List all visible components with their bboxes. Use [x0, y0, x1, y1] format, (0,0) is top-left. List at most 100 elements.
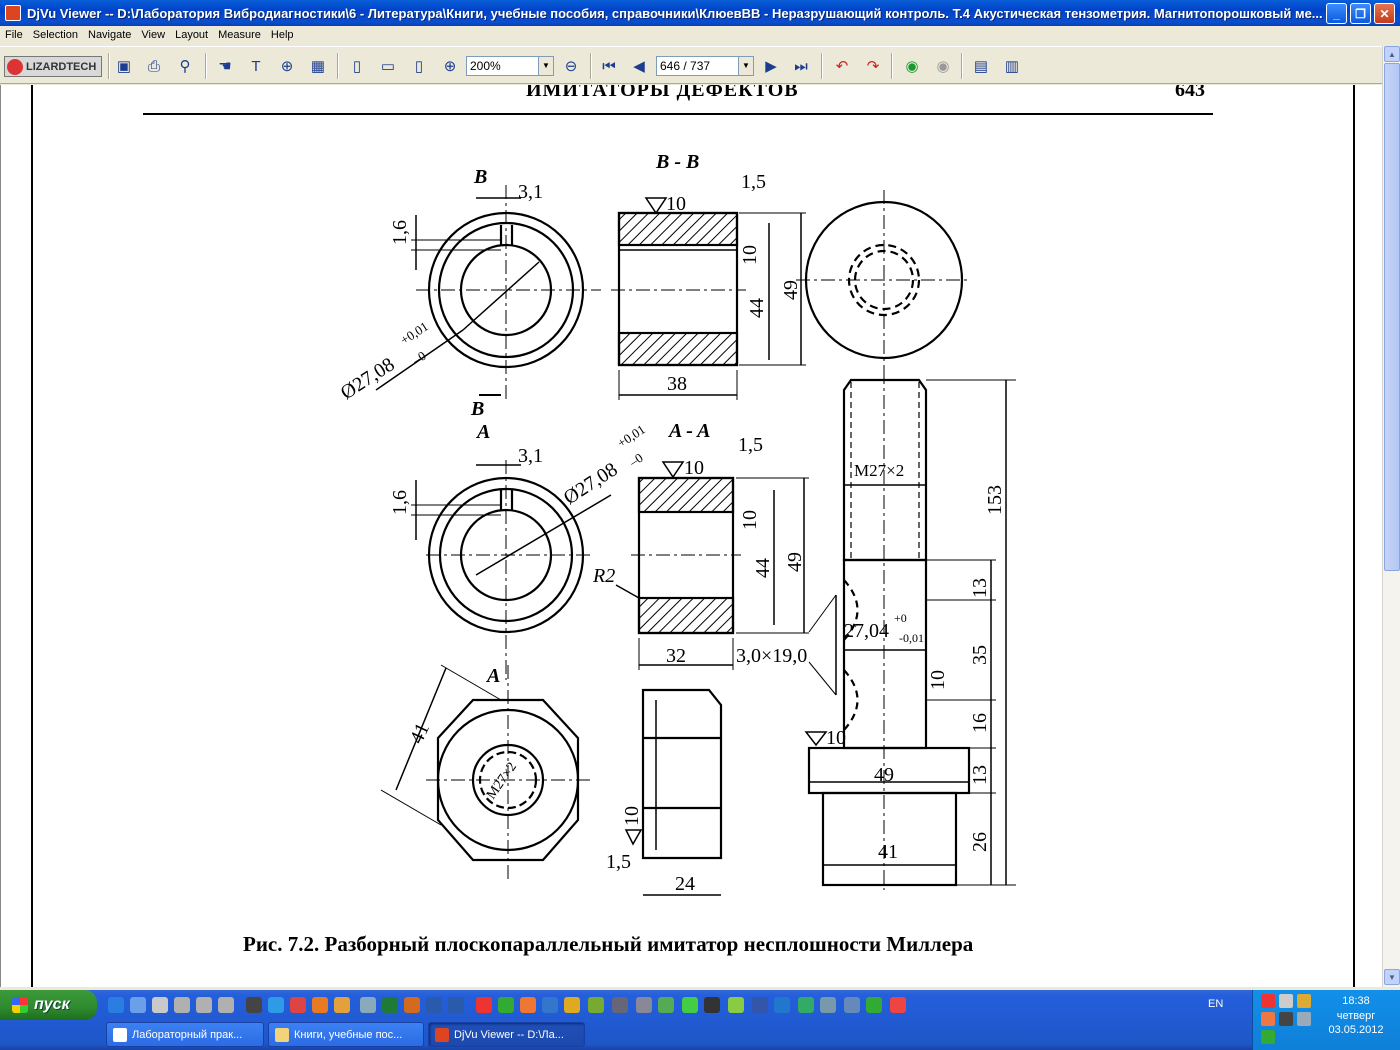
minimize-button[interactable]: _	[1326, 3, 1347, 24]
language-indicator[interactable]: EN	[1208, 998, 1223, 1010]
outline-icon[interactable]: ▥	[1001, 55, 1023, 77]
prev-page-icon[interactable]: ◀	[628, 55, 650, 77]
quicklaunch-icon[interactable]	[682, 997, 698, 1013]
quicklaunch-icon[interactable]	[564, 997, 580, 1013]
opera-icon[interactable]	[290, 997, 306, 1013]
clock[interactable]: 18:38 четверг 03.05.2012	[1312, 994, 1400, 1038]
firefox-icon[interactable]	[312, 997, 328, 1013]
ie-icon[interactable]	[108, 997, 124, 1013]
quicklaunch-icon[interactable]	[218, 997, 234, 1013]
first-page-icon[interactable]: ⏮	[598, 55, 620, 77]
quicklaunch-icon[interactable]	[820, 997, 836, 1013]
scroll-up-icon[interactable]: ▲	[1384, 46, 1400, 62]
menu-layout[interactable]: Layout	[170, 29, 213, 41]
menu-selection[interactable]: Selection	[28, 29, 83, 41]
zoom-out-icon[interactable]: ⊖	[560, 55, 582, 77]
quicklaunch-icon[interactable]	[334, 997, 350, 1013]
lizard-icon	[7, 58, 23, 75]
next-page-icon[interactable]: ▶	[760, 55, 782, 77]
calculator-icon[interactable]	[704, 997, 720, 1013]
print-icon[interactable]: ⎙	[143, 55, 165, 77]
quicklaunch-icon[interactable]	[448, 997, 464, 1013]
quicklaunch-icon[interactable]	[728, 997, 744, 1013]
rotate-right-icon[interactable]: ↷	[862, 55, 884, 77]
quicklaunch-icon[interactable]	[774, 997, 790, 1013]
chrome-icon[interactable]	[890, 997, 906, 1013]
powerpoint-icon[interactable]	[404, 997, 420, 1013]
tray-icon[interactable]	[1279, 1012, 1293, 1026]
dim-diameter: Ø27,08	[337, 353, 399, 404]
actual-size-icon[interactable]: ▯	[346, 55, 368, 77]
tray-icon[interactable]	[1279, 994, 1293, 1008]
dim-chamfer: 3,0×19,0	[736, 645, 807, 667]
document-view[interactable]: ИМИТАТОРЫ ДЕФЕКТОВ 643 B B 3,1 1,6 Ø27,0…	[0, 85, 1382, 987]
tray-icon[interactable]	[1297, 994, 1311, 1008]
menu-navigate[interactable]: Navigate	[83, 29, 136, 41]
scroll-thumb[interactable]	[1384, 63, 1400, 571]
scroll-down-icon[interactable]: ▼	[1384, 969, 1400, 985]
quicklaunch-icon[interactable]	[246, 997, 262, 1013]
taskbar-button-djvu[interactable]: DjVu Viewer -- D:\Ла...	[428, 1022, 585, 1047]
page-combo[interactable]: 646 / 737 ▼	[656, 56, 754, 76]
title-bar[interactable]: DjVu Viewer -- D:\Лаборатория Вибродиагн…	[0, 0, 1400, 26]
zoom-combo[interactable]: 200% ▼	[466, 56, 554, 76]
dim-tol-top: +0,01	[397, 319, 430, 348]
word-icon[interactable]	[426, 997, 442, 1013]
dim-41: 41	[406, 720, 434, 747]
quicklaunch-icon[interactable]	[130, 997, 146, 1013]
quicklaunch-icon[interactable]	[174, 997, 190, 1013]
tray-icon[interactable]	[1261, 994, 1275, 1008]
menu-file[interactable]: File	[0, 29, 28, 41]
fit-page-icon[interactable]: ▯	[408, 55, 430, 77]
taskbar-button-word[interactable]: Лабораторный прак...	[106, 1022, 264, 1047]
pan-hand-icon[interactable]: ☚	[214, 55, 236, 77]
quicklaunch-icon[interactable]	[636, 997, 652, 1013]
tray-icon[interactable]	[1261, 1030, 1275, 1044]
menu-measure[interactable]: Measure	[213, 29, 266, 41]
quicklaunch-icon[interactable]	[476, 997, 492, 1013]
text-select-icon[interactable]: T	[245, 55, 267, 77]
save-icon[interactable]: ▣	[113, 55, 135, 77]
forward-icon[interactable]: ◉	[932, 55, 954, 77]
quicklaunch-icon[interactable]	[152, 997, 168, 1013]
quicklaunch-icon[interactable]	[612, 997, 628, 1013]
last-page-icon[interactable]: ⏭	[790, 55, 812, 77]
quicklaunch-icon[interactable]	[360, 997, 376, 1013]
chevron-down-icon[interactable]: ▼	[538, 57, 553, 75]
taskbar-button-explorer[interactable]: Книги, учебные пос...	[268, 1022, 424, 1047]
quicklaunch-icon[interactable]	[658, 997, 674, 1013]
tray-icon[interactable]	[1297, 1012, 1311, 1026]
quicklaunch-icon[interactable]	[498, 997, 514, 1013]
maximize-button[interactable]: ❐	[1350, 3, 1371, 24]
fit-width-icon[interactable]: ▭	[377, 55, 399, 77]
menu-view[interactable]: View	[136, 29, 170, 41]
quicklaunch-icon[interactable]	[866, 997, 882, 1013]
start-button[interactable]: пуск	[0, 990, 97, 1020]
close-button[interactable]: ✕	[1374, 3, 1395, 24]
back-icon[interactable]: ◉	[901, 55, 923, 77]
dim-13: 13	[969, 578, 991, 598]
quicklaunch-icon[interactable]	[196, 997, 212, 1013]
chevron-down-icon[interactable]: ▼	[738, 57, 753, 75]
quicklaunch-icon[interactable]	[588, 997, 604, 1013]
area-select-icon[interactable]: ▦	[307, 55, 329, 77]
quicklaunch-icon[interactable]	[844, 997, 860, 1013]
menu-help[interactable]: Help	[266, 29, 299, 41]
thumbnails-icon[interactable]: ▤	[970, 55, 992, 77]
quicklaunch-icon[interactable]	[542, 997, 558, 1013]
quicklaunch-icon[interactable]	[752, 997, 768, 1013]
tray-icon[interactable]	[1261, 1012, 1275, 1026]
zoom-select-icon[interactable]: ⊕	[276, 55, 298, 77]
section-bb	[611, 197, 806, 400]
excel-icon[interactable]	[382, 997, 398, 1013]
vertical-scrollbar[interactable]: ▲ ▼	[1382, 46, 1400, 987]
dim-153: 153	[984, 485, 1006, 515]
quicklaunch-icon[interactable]	[268, 997, 284, 1013]
quicklaunch-icon[interactable]	[798, 997, 814, 1013]
rotate-left-icon[interactable]: ↶	[831, 55, 853, 77]
quicklaunch-icon[interactable]	[520, 997, 536, 1013]
lizardtech-logo[interactable]: LIZARDTECH	[4, 56, 102, 77]
zoom-in-icon[interactable]: ⊕	[439, 55, 461, 77]
find-icon[interactable]: ⚲	[174, 55, 196, 77]
dim-13: 13	[969, 765, 991, 785]
